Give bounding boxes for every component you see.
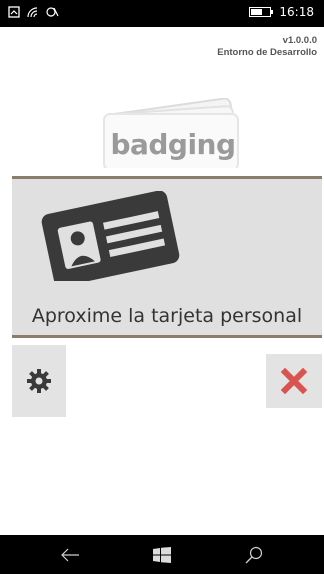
environment-label: Entorno de Desarrollo xyxy=(217,47,317,58)
logo-text: badging xyxy=(110,128,236,161)
badging-logo: badging xyxy=(98,98,248,168)
notification-icon xyxy=(8,6,20,18)
card-reader-panel[interactable]: Aproxime la tarjeta personal xyxy=(12,176,322,338)
wifi-icon xyxy=(27,7,38,18)
close-button[interactable] xyxy=(266,354,322,408)
nfc-icon xyxy=(46,7,59,17)
card-prompt-text: Aproxime la tarjeta personal xyxy=(31,305,303,327)
version-info: v1.0.0.0 Entorno de Desarrollo xyxy=(217,35,317,59)
id-card-icon xyxy=(41,191,180,281)
clock: 16:18 xyxy=(279,5,314,19)
back-button[interactable] xyxy=(40,535,100,574)
status-bar: 16:18 xyxy=(0,0,324,27)
battery-level xyxy=(251,9,263,15)
version-label: v1.0.0.0 xyxy=(282,35,317,46)
settings-button[interactable] xyxy=(12,345,66,417)
battery-icon xyxy=(249,7,274,17)
windows-icon xyxy=(153,546,171,563)
search-icon xyxy=(245,546,263,563)
navigation-bar xyxy=(0,535,324,574)
search-button[interactable] xyxy=(224,535,284,574)
gear-icon xyxy=(27,369,51,393)
close-icon xyxy=(281,368,307,394)
start-button[interactable] xyxy=(132,535,192,574)
status-icons-left xyxy=(8,6,60,18)
status-icons-right: 16:18 xyxy=(249,5,314,19)
back-arrow-icon xyxy=(61,548,79,561)
